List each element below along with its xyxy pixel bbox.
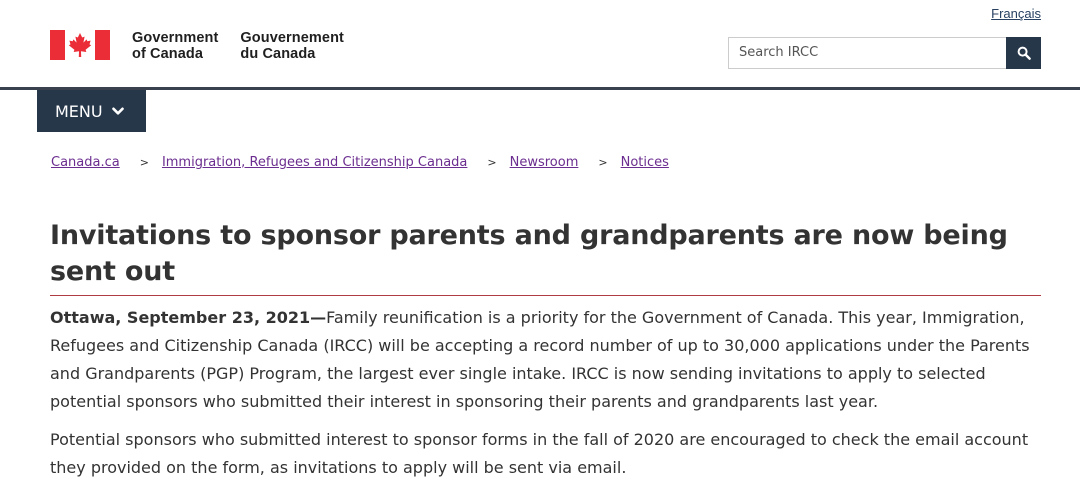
breadcrumb-canada-ca[interactable]: Canada.ca	[51, 155, 120, 170]
menu-label: MENU	[55, 101, 103, 121]
signature-french-line2: du Canada	[240, 46, 316, 62]
signature-french-line1: Gouvernement	[240, 30, 344, 46]
chevron-down-icon	[111, 107, 124, 116]
signature-english-line2: of Canada	[132, 46, 203, 62]
breadcrumb-newsroom[interactable]: Newsroom	[510, 155, 579, 170]
page-title: Invitations to sponsor parents and grand…	[50, 220, 1008, 287]
search-icon	[1017, 46, 1031, 60]
article-dateline: Ottawa, September 23, 2021—	[50, 308, 327, 327]
signature-english: Government of Canada	[132, 30, 218, 62]
search-form: Search IRCC	[728, 37, 1041, 69]
search-button[interactable]	[1006, 37, 1041, 69]
breadcrumb-separator: >	[487, 156, 497, 169]
article-paragraph-2: Potential sponsors who submitted interes…	[50, 430, 1029, 477]
search-input[interactable]: Search IRCC	[728, 37, 1006, 69]
breadcrumb: Canada.ca > Immigration, Refugees and Ci…	[51, 155, 669, 170]
breadcrumb-notices[interactable]: Notices	[621, 155, 669, 170]
article-paragraph-1: Ottawa, September 23, 2021—Family reunif…	[50, 304, 1045, 416]
signature-french: Gouvernement du Canada	[240, 30, 344, 62]
breadcrumb-ircc[interactable]: Immigration, Refugees and Citizenship Ca…	[162, 155, 467, 170]
signature-english-line1: Government	[132, 30, 219, 46]
canada-flag-icon	[50, 30, 110, 60]
breadcrumb-separator: >	[598, 156, 608, 169]
title-underline	[50, 295, 1041, 296]
language-toggle-link[interactable]: Français	[991, 6, 1041, 21]
breadcrumb-separator: >	[139, 156, 149, 169]
menu-button[interactable]: MENU	[37, 90, 146, 132]
header-divider	[0, 87, 1080, 90]
government-signature[interactable]: Government of Canada Gouvernement du Can…	[50, 30, 344, 62]
